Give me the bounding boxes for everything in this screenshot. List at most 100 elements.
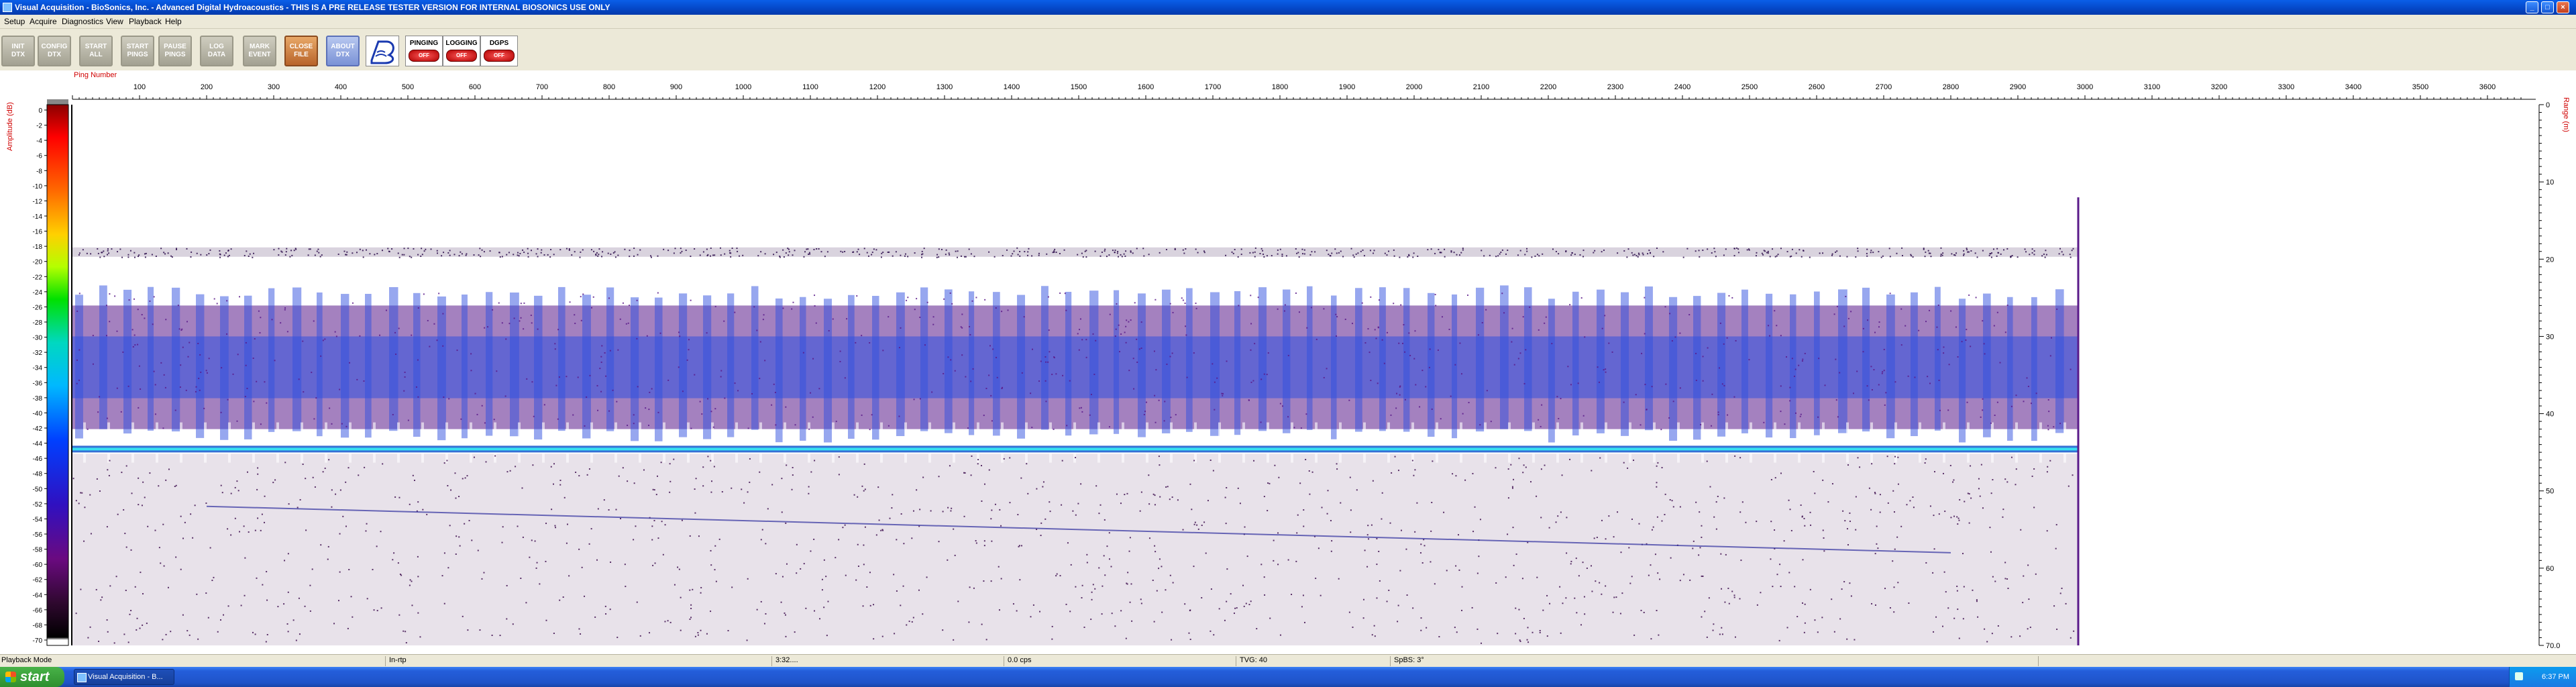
echo-speckle [147, 525, 149, 527]
menu-playback[interactable]: Playback [129, 17, 162, 26]
echo-speckle [1644, 333, 1646, 335]
maximize-button[interactable]: □ [2541, 1, 2554, 13]
echo-speckle [1389, 522, 1391, 524]
network-icon[interactable] [2515, 672, 2523, 680]
echo-speckle [1855, 256, 1857, 258]
minimize-button[interactable]: _ [2526, 1, 2538, 13]
echo-speckle [1132, 252, 1134, 254]
echo-speckle [633, 414, 635, 416]
echo-speckle [1085, 256, 1087, 258]
echo-speckle [347, 467, 350, 469]
echo-speckle [1169, 356, 1171, 358]
echo-speckle [1672, 506, 1674, 508]
start-pings-button[interactable]: START PINGS [121, 36, 154, 66]
echo-speckle [566, 523, 568, 525]
echo-speckle [284, 560, 286, 562]
menu-view[interactable]: View [106, 17, 123, 26]
echo-speckle [1769, 335, 1771, 337]
echo-speckle [680, 596, 682, 598]
config-dtx-button[interactable]: CONFIG DTX [38, 36, 71, 66]
echo-speckle [1336, 335, 1338, 337]
echo-gap [1436, 422, 1438, 463]
echo-speckle [1613, 536, 1615, 538]
echo-speckle [1001, 311, 1003, 313]
echo-speckle [586, 474, 588, 476]
echo-speckle [1956, 516, 1958, 518]
log-data-button[interactable]: LOG DATA [200, 36, 233, 66]
echo-speckle [499, 635, 501, 637]
echo-gap [301, 422, 303, 463]
echo-speckle [1756, 521, 1758, 523]
echo-speckle [1499, 253, 1501, 255]
echo-speckle [506, 254, 508, 256]
echo-speckle [1601, 251, 1603, 253]
echo-speckle [1512, 527, 1514, 529]
echo-speckle [2046, 530, 2048, 532]
echo-speckle [896, 539, 898, 541]
echo-speckle [261, 513, 263, 515]
echo-speckle [1942, 472, 1944, 474]
echo-speckle [826, 635, 828, 637]
menu-setup[interactable]: Setup [4, 17, 25, 26]
echo-speckle [991, 509, 993, 511]
x-tick-label: 3100 [2144, 83, 2160, 91]
echo-gap [349, 422, 352, 463]
echo-speckle [316, 250, 318, 252]
echo-speckle [566, 248, 568, 250]
echo-speckle [501, 256, 503, 258]
echo-speckle [1336, 316, 1338, 318]
echo-speckle [230, 248, 232, 250]
close-file-button[interactable]: CLOSE FILE [284, 36, 318, 66]
echo-speckle [1843, 581, 1845, 583]
start-all-button[interactable]: START ALL [79, 36, 113, 66]
mark-event-button[interactable]: MARK EVENT [243, 36, 276, 66]
echo-speckle [298, 378, 300, 380]
echo-speckle [969, 333, 971, 335]
echo-speckle [1870, 509, 1872, 511]
echo-speckle [609, 350, 611, 352]
init-dtx-button[interactable]: INIT DTX [1, 36, 35, 66]
echo-speckle [1761, 252, 1763, 254]
pause-pings-button[interactable]: PAUSE PINGS [158, 36, 192, 66]
echo-speckle [991, 540, 993, 542]
echo-gap [880, 422, 883, 463]
echo-streak [437, 296, 446, 441]
echo-speckle [1412, 256, 1414, 258]
menu-help[interactable]: Help [165, 17, 182, 26]
echo-speckle [1631, 576, 1633, 578]
echo-speckle [616, 401, 618, 403]
echo-speckle [1030, 392, 1032, 394]
echo-speckle [608, 297, 610, 299]
about-dtx-button[interactable]: ABOUT DTX [326, 36, 360, 66]
echo-gap [2039, 422, 2042, 463]
taskbar-window-button[interactable]: Visual Acquisition - B... [74, 669, 174, 685]
start-button[interactable]: start [0, 667, 64, 687]
echo-speckle [1082, 256, 1084, 258]
echo-speckle [1647, 253, 1649, 255]
echo-speckle [1927, 376, 1929, 378]
echo-speckle [1350, 248, 1352, 250]
echo-speckle [1631, 252, 1633, 254]
close-button[interactable]: × [2557, 1, 2569, 13]
echo-speckle [970, 474, 972, 476]
echo-speckle [863, 463, 865, 465]
echo-speckle [133, 334, 136, 336]
echo-speckle [106, 417, 108, 419]
menu-diagnostics[interactable]: Diagnostics [62, 17, 103, 26]
echo-speckle [1059, 575, 1061, 577]
echo-speckle [1174, 248, 1176, 250]
echo-gap [1725, 422, 1728, 463]
echo-gap [1750, 422, 1752, 463]
echo-speckle [1250, 600, 1252, 602]
echo-speckle [116, 330, 118, 332]
echo-speckle [1171, 496, 1173, 498]
echo-speckle [462, 478, 464, 480]
echo-speckle [264, 521, 266, 523]
echo-speckle [1021, 372, 1023, 374]
echo-speckle [1837, 416, 1839, 418]
echo-speckle [380, 531, 382, 533]
amplitude-colorbar[interactable] [46, 104, 69, 646]
menu-acquire[interactable]: Acquire [30, 17, 57, 26]
echo-speckle [297, 507, 299, 509]
echo-speckle [1867, 319, 1869, 321]
